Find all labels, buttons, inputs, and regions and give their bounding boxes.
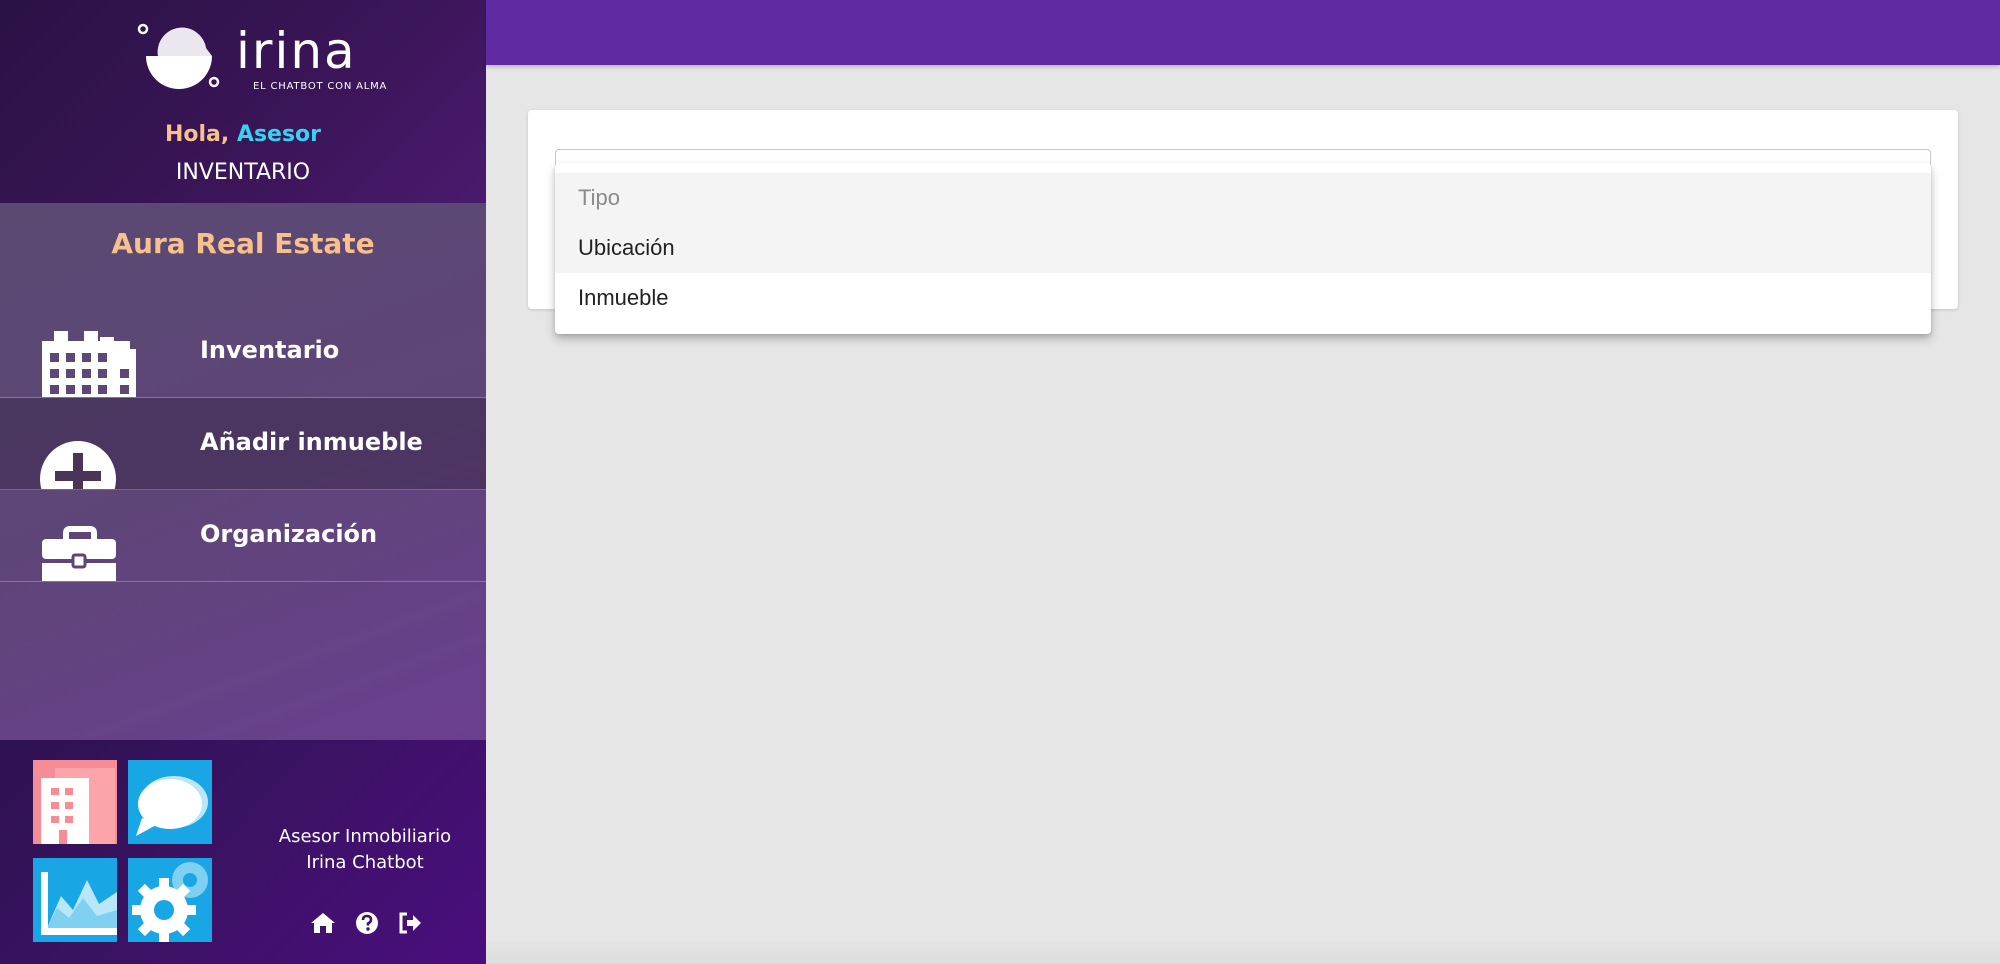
credits-line1: Asesor Inmobiliario [278, 826, 452, 847]
dropdown-placeholder: Tipo [555, 173, 1931, 223]
credits-line2: Irina Chatbot [306, 852, 424, 873]
sidebar-item-label: Añadir inmueble [200, 428, 423, 456]
building-icon [40, 327, 140, 397]
irina-logo[interactable]: irina EL CHATBOT CON ALMA [136, 18, 386, 94]
greeting-hello: Hola, [164, 122, 230, 147]
sidebar-item-anadir-inmueble[interactable]: Añadir inmueble [0, 398, 486, 490]
footer-icons [300, 910, 430, 940]
plus-circle-icon [40, 419, 140, 489]
logo-mark-icon [137, 23, 220, 89]
sidebar-item-organizacion[interactable]: Organización [0, 490, 486, 582]
analytics-tile-icon[interactable] [33, 858, 117, 942]
greeting: Hola, Asesor [0, 122, 486, 147]
sidebar-item-label: Inventario [200, 336, 340, 364]
sidebar-item-inventario[interactable]: Inventario [0, 306, 486, 398]
dropdown-option-ubicacion[interactable]: Ubicación [555, 223, 1931, 273]
type-dropdown-menu: Tipo Ubicación Inmueble [555, 163, 1931, 334]
organization-name: Aura Real Estate [111, 227, 375, 260]
sidebar: irina EL CHATBOT CON ALMA Hola, Asesor I… [0, 0, 486, 964]
bottom-shade [486, 940, 2000, 964]
dropdown-option-inmueble[interactable]: Inmueble [555, 273, 1931, 323]
logout-icon[interactable] [397, 910, 425, 938]
help-icon[interactable] [354, 910, 382, 938]
home-icon[interactable] [310, 910, 338, 938]
sidebar-item-label: Organización [200, 520, 378, 548]
settings-tile-icon[interactable] [128, 858, 212, 942]
building-tile-icon[interactable] [33, 760, 117, 844]
logo-tagline: EL CHATBOT CON ALMA [253, 81, 388, 92]
credits: Asesor Inmobiliario Irina Chatbot [270, 824, 460, 876]
logo-wordmark: irina [236, 22, 357, 80]
top-bar [486, 0, 2000, 65]
chat-tile-icon[interactable] [128, 760, 212, 844]
section-title: INVENTARIO [175, 160, 311, 185]
greeting-user: Asesor [236, 122, 322, 147]
briefcase-icon [40, 511, 140, 581]
